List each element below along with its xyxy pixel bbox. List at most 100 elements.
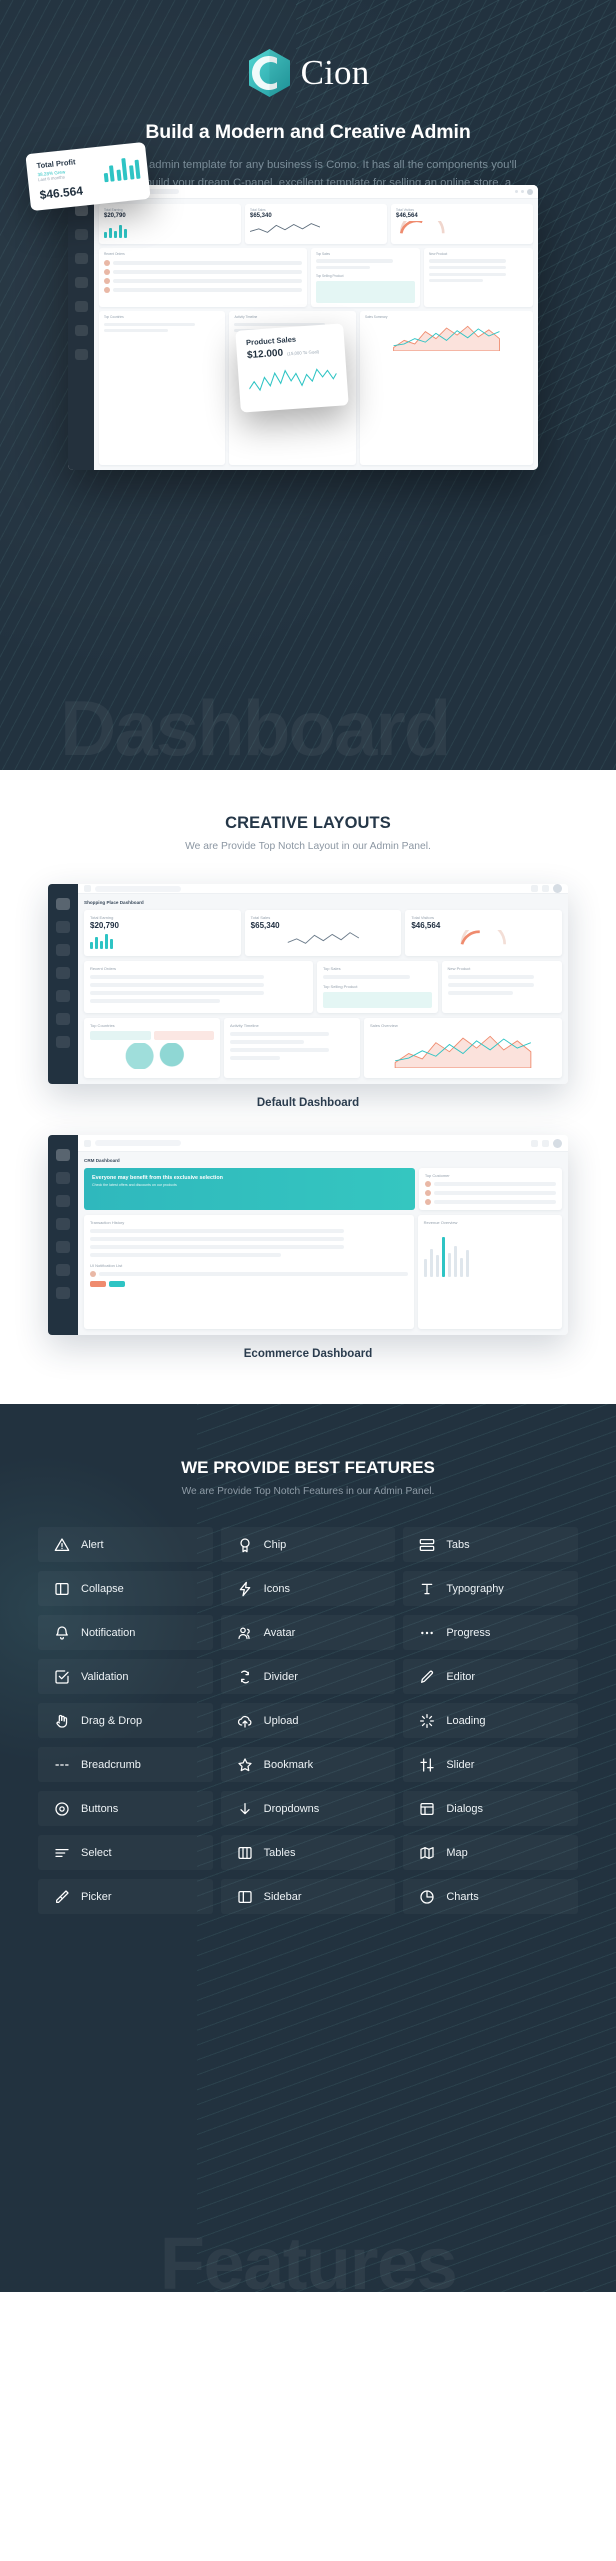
- pencil-edit-icon: [419, 1669, 435, 1685]
- avatar: [104, 278, 110, 284]
- bell-icon: [54, 1625, 70, 1641]
- hero-section: Cion Build a Modern and Creative Admin T…: [0, 0, 616, 770]
- feature-item-dialogs[interactable]: Dialogs: [403, 1791, 578, 1826]
- dashboard-heading: Shopping Place Dashboard: [84, 900, 144, 905]
- feature-item-sidebar[interactable]: Sidebar: [221, 1879, 396, 1914]
- users-avatar-icon: [237, 1625, 253, 1641]
- feature-item-charts[interactable]: Charts: [403, 1879, 578, 1914]
- avatar: [527, 188, 533, 195]
- feature-item-editor[interactable]: Editor: [403, 1659, 578, 1694]
- avatar: [553, 1138, 562, 1148]
- collapse-panel-icon: [54, 1581, 70, 1597]
- feature-item-alert[interactable]: Alert: [38, 1527, 213, 1562]
- stat-value: $20,790: [104, 213, 126, 219]
- banner-row: Everyone may benefit from this exclusive…: [84, 1168, 562, 1210]
- feature-label: Slider: [446, 1758, 475, 1771]
- feature-label: Dropdowns: [263, 1802, 320, 1815]
- arrow-down-icon: [237, 1801, 253, 1817]
- dialog-window-icon: [419, 1801, 435, 1817]
- stat-label: Total Earning: [104, 208, 123, 212]
- feature-item-dropdowns[interactable]: Dropdowns: [221, 1791, 396, 1826]
- feature-label: Upload: [263, 1714, 299, 1727]
- feature-item-typography[interactable]: Typography: [403, 1571, 578, 1606]
- feature-label: Drag & Drop: [81, 1714, 143, 1727]
- default-dashboard-screenshot: Shopping Place Dashboard Total Earning $…: [48, 884, 568, 1084]
- feature-item-slider[interactable]: Slider: [403, 1747, 578, 1782]
- features-watermark: Features: [159, 2222, 458, 2292]
- stat-value: $65,340: [250, 213, 272, 219]
- sidebar-rail: [48, 1135, 78, 1335]
- feature-item-tables[interactable]: Tables: [221, 1835, 396, 1870]
- feature-item-buttons[interactable]: Buttons: [38, 1791, 213, 1826]
- area-chart: [394, 1035, 532, 1069]
- rail-icon-apps: [56, 1264, 70, 1276]
- panels-row-1: Recent Orders Top Sales Top Selling Prod…: [84, 961, 562, 1013]
- panel-title: Sales Summary: [364, 315, 388, 320]
- feature-item-upload[interactable]: Upload: [221, 1703, 396, 1738]
- feature-item-progress[interactable]: Progress: [403, 1615, 578, 1650]
- stat-card-total-sales: Total Sales $65,340: [244, 910, 402, 956]
- feature-item-chip[interactable]: Chip: [221, 1527, 396, 1562]
- dashboard-topbar: [94, 185, 538, 199]
- feature-label: Sidebar: [263, 1890, 302, 1903]
- panel-title: New Product: [429, 252, 448, 256]
- gear-icon: [542, 885, 549, 892]
- rail-icon-pages: [74, 349, 88, 360]
- feature-item-collapse[interactable]: Collapse: [38, 1571, 213, 1606]
- stat-value: $65,340: [250, 921, 280, 930]
- avatar: [424, 1190, 431, 1196]
- breadcrumb-dashes-icon: [54, 1757, 70, 1773]
- stat-card-total-earning: Total Earning $20,790: [84, 910, 241, 956]
- brand-name: Cion: [300, 53, 370, 92]
- panel-top-customer: Top Customer: [418, 1168, 562, 1210]
- feature-item-breadcrumb[interactable]: Breadcrumb: [38, 1747, 213, 1782]
- feature-label: Picker: [81, 1890, 112, 1903]
- feature-label: Breadcrumb: [81, 1758, 141, 1771]
- lightning-bolt-icon: [237, 1581, 253, 1597]
- feature-label: Validation: [81, 1670, 129, 1683]
- features-subtitle: We are Provide Top Notch Features in our…: [181, 1486, 435, 1497]
- alert-triangle-icon: [54, 1537, 70, 1553]
- search-input: [95, 885, 181, 892]
- circle-button-icon: [54, 1801, 70, 1817]
- feature-item-map[interactable]: Map: [403, 1835, 578, 1870]
- features-grid: Alert Chip Tabs Collapse Icons Typography Noti…: [38, 1527, 578, 1914]
- features-section: WE PROVIDE BEST FEATURES We are Provide …: [0, 1404, 616, 2292]
- map-fold-icon: [419, 1845, 435, 1861]
- check-square-icon: [54, 1669, 70, 1685]
- feature-item-icons[interactable]: Icons: [221, 1571, 396, 1606]
- layouts-subtitle: We are Provide Top Notch Layout in our A…: [185, 841, 431, 852]
- card-bar-chart: [101, 153, 141, 183]
- feature-item-divider[interactable]: Divider: [221, 1659, 396, 1694]
- line-chart: [248, 368, 337, 392]
- stat-bar-chart: [104, 222, 236, 238]
- feature-item-validation[interactable]: Validation: [38, 1659, 213, 1694]
- feature-item-tabs[interactable]: Tabs: [403, 1527, 578, 1562]
- topbar-actions: [531, 1138, 562, 1148]
- panel-title: UI Notification List: [90, 1263, 123, 1268]
- panel-title: New Product: [447, 966, 471, 971]
- stat-label: Total Visitors: [396, 208, 415, 212]
- feature-item-bookmark[interactable]: Bookmark: [221, 1747, 396, 1782]
- hand-drag-icon: [54, 1713, 70, 1729]
- feature-item-loading[interactable]: Loading: [403, 1703, 578, 1738]
- panel-sales-summary: Sales Summary: [359, 311, 533, 465]
- feature-label: Progress: [446, 1626, 491, 1639]
- panel-title: Top Countries: [104, 315, 124, 320]
- menu-icon: [84, 1139, 91, 1147]
- feature-item-drag-drop[interactable]: Drag & Drop: [38, 1703, 213, 1738]
- topbar-actions: [531, 884, 562, 893]
- feature-label: Tables: [263, 1846, 296, 1859]
- feature-item-picker[interactable]: Picker: [38, 1879, 213, 1914]
- stat-card-total-visitors: Total Visitors $46,564: [391, 204, 533, 244]
- feature-item-avatar[interactable]: Avatar: [221, 1615, 396, 1650]
- feature-item-select[interactable]: Select: [38, 1835, 213, 1870]
- avatar: [104, 287, 110, 293]
- banner-title: Everyone may benefit from this exclusive…: [92, 1175, 223, 1181]
- feature-item-notification[interactable]: Notification: [38, 1615, 213, 1650]
- rail-icon-tables: [74, 277, 88, 288]
- rail-icon-apps: [56, 1013, 70, 1025]
- bar-chart: [423, 1231, 556, 1277]
- panel-title: Top Countries: [90, 1023, 115, 1028]
- dashboard-topbar: [78, 884, 568, 894]
